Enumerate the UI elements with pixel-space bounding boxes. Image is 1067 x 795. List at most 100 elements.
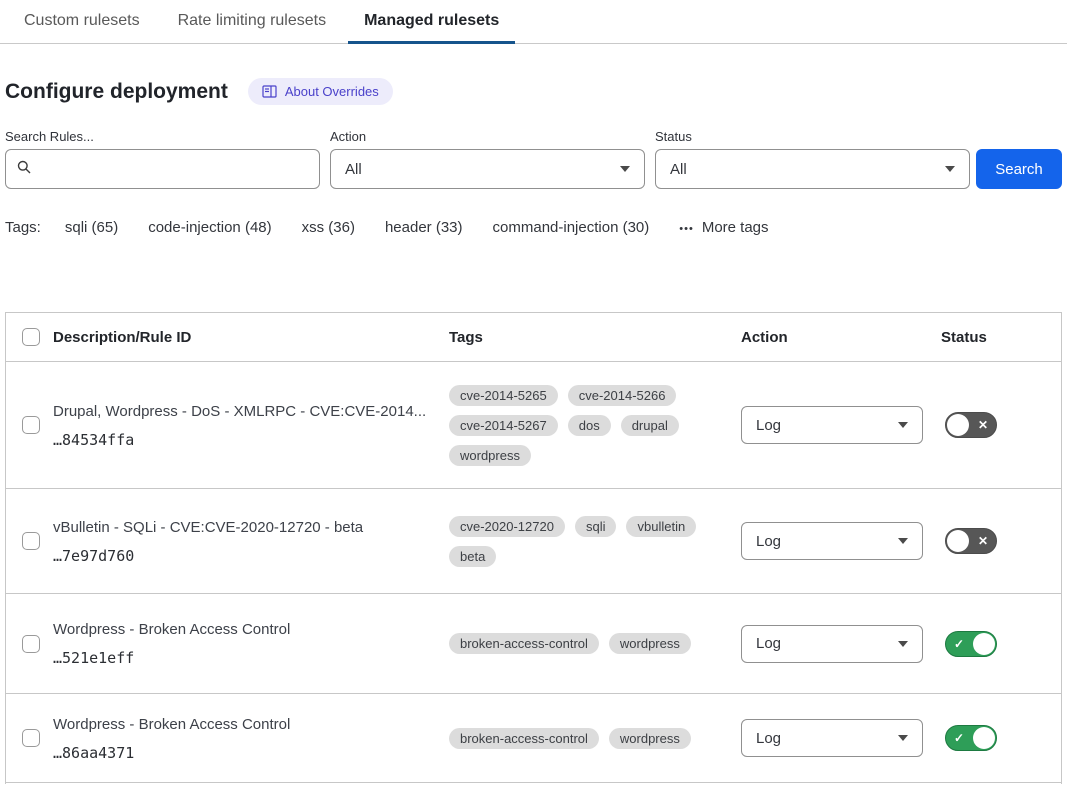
- about-overrides-label: About Overrides: [285, 84, 379, 99]
- row-action-select[interactable]: Log: [741, 406, 923, 444]
- tag-filter-item[interactable]: xss (36): [302, 219, 355, 236]
- ruleset-tab[interactable]: Custom rulesets: [8, 0, 156, 44]
- tag-pill: vbulletin: [626, 516, 696, 537]
- rule-description: Drupal, Wordpress - DoS - XMLRPC - CVE:C…: [53, 402, 449, 422]
- status-toggle[interactable]: ✓ ✕: [945, 725, 997, 751]
- tags-bar-label: Tags:: [5, 219, 41, 236]
- ruleset-tabbar: Custom rulesets Rate limiting rulesets M…: [0, 0, 1067, 44]
- row-action-value: Log: [756, 730, 781, 747]
- tag-pill: wordpress: [609, 633, 691, 654]
- book-icon: [262, 85, 277, 98]
- table-row: Drupal, Wordpress - DoS - XMLRPC - CVE:C…: [6, 362, 1061, 489]
- search-rules-box: [5, 149, 320, 189]
- row-checkbox[interactable]: [22, 729, 40, 747]
- ruleset-tab[interactable]: Rate limiting rulesets: [162, 0, 343, 44]
- caret-down-icon: [898, 538, 908, 544]
- table-header-row: Description/Rule ID Tags Action Status: [6, 313, 1061, 362]
- tab-label: Managed rulesets: [364, 12, 499, 30]
- rule-description: Wordpress - Broken Access Control: [53, 620, 449, 640]
- rule-id: …7e97d760: [53, 547, 449, 565]
- table-body: Drupal, Wordpress - DoS - XMLRPC - CVE:C…: [6, 362, 1061, 783]
- ellipsis-icon: •••: [679, 223, 694, 235]
- tag-pill: wordpress: [449, 445, 531, 466]
- caret-down-icon: [945, 166, 955, 172]
- tag-pill: sqli: [575, 516, 617, 537]
- status-toggle[interactable]: ✓ ✕: [945, 412, 997, 438]
- tag-pill: drupal: [621, 415, 679, 436]
- tag-pill: broken-access-control: [449, 633, 599, 654]
- column-header-tags: Tags: [449, 329, 741, 346]
- tag-filter-item[interactable]: code-injection (48): [148, 219, 271, 236]
- tag-filter-item[interactable]: header (33): [385, 219, 463, 236]
- row-action-select[interactable]: Log: [741, 719, 923, 757]
- column-header-action: Action: [741, 329, 941, 346]
- tags-bar: Tags: sqli (65) code-injection (48) xss (3…: [5, 219, 1062, 236]
- tag-pill: cve-2020-12720: [449, 516, 565, 537]
- more-tags-button[interactable]: ••• More tags: [679, 219, 768, 236]
- toggle-knob: [947, 414, 969, 436]
- search-rules-input[interactable]: [40, 161, 309, 178]
- managed-rules-table: Description/Rule ID Tags Action Status D…: [5, 312, 1062, 784]
- caret-down-icon: [898, 641, 908, 647]
- row-action-select[interactable]: Log: [741, 522, 923, 560]
- rule-id: …521e1eff: [53, 649, 449, 667]
- status-filter-select[interactable]: All: [655, 149, 970, 189]
- toggle-knob: [947, 530, 969, 552]
- toggle-knob: [973, 633, 995, 655]
- rule-tags: broken-access-control wordpress: [449, 633, 717, 654]
- tag-pill: cve-2014-5267: [449, 415, 558, 436]
- tab-label: Custom rulesets: [24, 12, 140, 30]
- row-action-value: Log: [756, 417, 781, 434]
- caret-down-icon: [898, 422, 908, 428]
- action-filter-value: All: [345, 161, 362, 178]
- column-header-description: Description/Rule ID: [53, 329, 449, 346]
- check-icon: ✓: [954, 732, 964, 744]
- rule-tags: cve-2014-5265 cve-2014-5266 cve-2014-5267 d…: [449, 385, 717, 466]
- more-tags-label: More tags: [702, 219, 769, 236]
- action-filter-select[interactable]: All: [330, 149, 645, 189]
- rule-description: vBulletin - SQLi - CVE:CVE-2020-12720 - …: [53, 518, 449, 538]
- tag-filter-item[interactable]: sqli (65): [65, 219, 118, 236]
- page-title: Configure deployment: [5, 80, 228, 104]
- tag-filter-item[interactable]: command-injection (30): [493, 219, 650, 236]
- row-action-value: Log: [756, 635, 781, 652]
- x-icon: ✕: [978, 419, 988, 431]
- row-action-value: Log: [756, 533, 781, 550]
- row-action-select[interactable]: Log: [741, 625, 923, 663]
- rule-tags: broken-access-control wordpress: [449, 728, 717, 749]
- tag-pill: dos: [568, 415, 611, 436]
- status-toggle[interactable]: ✓ ✕: [945, 631, 997, 657]
- caret-down-icon: [898, 735, 908, 741]
- table-row: Wordpress - Broken Access Control …86aa4…: [6, 694, 1061, 783]
- tag-pill: cve-2014-5266: [568, 385, 677, 406]
- table-row: Wordpress - Broken Access Control …521e1…: [6, 594, 1061, 694]
- status-filter-label: Status: [655, 129, 970, 144]
- tag-pill: cve-2014-5265: [449, 385, 558, 406]
- check-icon: ✓: [954, 638, 964, 650]
- rule-id: …86aa4371: [53, 744, 449, 762]
- row-checkbox[interactable]: [22, 532, 40, 550]
- tag-pill: broken-access-control: [449, 728, 599, 749]
- toggle-knob: [973, 727, 995, 749]
- x-icon: ✕: [978, 535, 988, 547]
- column-header-status: Status: [941, 329, 1061, 346]
- tab-label: Rate limiting rulesets: [178, 12, 327, 30]
- caret-down-icon: [620, 166, 630, 172]
- status-filter-value: All: [670, 161, 687, 178]
- table-row: vBulletin - SQLi - CVE:CVE-2020-12720 - …: [6, 489, 1061, 594]
- search-icon: [16, 159, 32, 180]
- action-filter-label: Action: [330, 129, 645, 144]
- search-button[interactable]: Search: [976, 149, 1062, 189]
- select-all-checkbox[interactable]: [22, 328, 40, 346]
- row-checkbox[interactable]: [22, 635, 40, 653]
- ruleset-tab[interactable]: Managed rulesets: [348, 0, 515, 44]
- rule-id: …84534ffa: [53, 431, 449, 449]
- tag-pill: wordpress: [609, 728, 691, 749]
- tag-pill: beta: [449, 546, 496, 567]
- row-checkbox[interactable]: [22, 416, 40, 434]
- search-rules-label: Search Rules...: [5, 129, 320, 144]
- rule-description: Wordpress - Broken Access Control: [53, 715, 449, 735]
- status-toggle[interactable]: ✓ ✕: [945, 528, 997, 554]
- about-overrides-badge[interactable]: About Overrides: [248, 78, 393, 105]
- rule-tags: cve-2020-12720 sqli vbulletin beta: [449, 516, 717, 567]
